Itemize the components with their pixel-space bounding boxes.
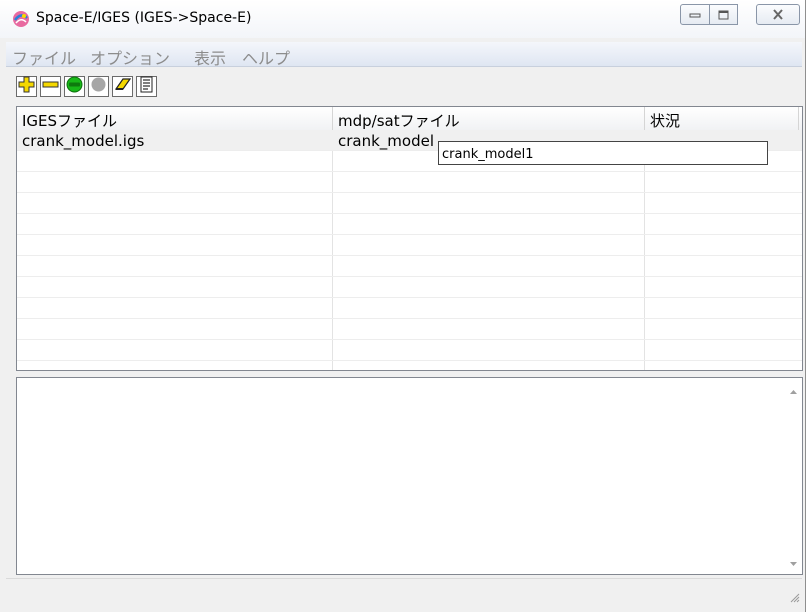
eraser-button[interactable] (112, 76, 133, 97)
maximize-button[interactable] (709, 4, 738, 25)
column-header-status[interactable]: 状況 (645, 107, 799, 130)
status-bar (6, 578, 802, 605)
add-icon (18, 76, 35, 97)
eraser-icon (114, 76, 132, 97)
table-row[interactable] (17, 319, 802, 340)
resize-grip-icon[interactable] (788, 591, 800, 603)
close-button[interactable] (756, 4, 800, 25)
menu-bar: ファイル オプション 表示 ヘルプ (6, 42, 802, 69)
table-row[interactable] (17, 193, 802, 214)
document-icon (138, 76, 155, 97)
menu-file[interactable]: ファイル (12, 45, 76, 69)
remove-button[interactable] (40, 76, 61, 97)
stop-button[interactable] (88, 76, 109, 97)
scroll-down-arrow-icon[interactable] (789, 557, 798, 566)
log-pane[interactable] (16, 377, 803, 575)
menu-help[interactable]: ヘルプ (242, 45, 290, 69)
table-row[interactable] (17, 172, 802, 193)
table-row[interactable] (17, 340, 802, 361)
minimize-icon (689, 11, 701, 19)
table-row[interactable] (17, 235, 802, 256)
go-button[interactable] (64, 76, 85, 97)
window-title: Space-E/IGES (IGES->Space-E) (36, 10, 252, 26)
table-row[interactable] (17, 298, 802, 319)
stop-icon (90, 76, 107, 97)
table-row[interactable] (17, 214, 802, 235)
scroll-up-arrow-icon[interactable] (789, 386, 798, 395)
mdp-filename-edit-input[interactable] (438, 141, 768, 165)
menu-options[interactable]: オプション (90, 45, 170, 69)
log-scrollbar[interactable] (785, 378, 802, 574)
table-header: IGESファイル mdp/satファイル 状況 (17, 107, 802, 131)
go-icon (66, 76, 83, 97)
close-icon (772, 9, 784, 20)
table-row[interactable] (17, 256, 802, 277)
menu-view[interactable]: 表示 (194, 45, 226, 69)
maximize-icon (718, 10, 729, 20)
application-window: Space-E/IGES (IGES->Space-E) ファイル オプション … (0, 0, 806, 612)
document-button[interactable] (136, 76, 157, 97)
minimize-button[interactable] (680, 4, 710, 25)
cell-iges-file[interactable]: crank_model.igs (22, 132, 327, 150)
space-e-app-icon[interactable] (11, 9, 31, 29)
column-header-iges[interactable]: IGESファイル (17, 107, 333, 130)
table-row[interactable] (17, 277, 802, 298)
title-bar[interactable]: Space-E/IGES (IGES->Space-E) (0, 0, 805, 38)
column-header-mdp[interactable]: mdp/satファイル (333, 107, 645, 130)
add-button[interactable] (16, 76, 37, 97)
remove-icon (42, 76, 59, 97)
